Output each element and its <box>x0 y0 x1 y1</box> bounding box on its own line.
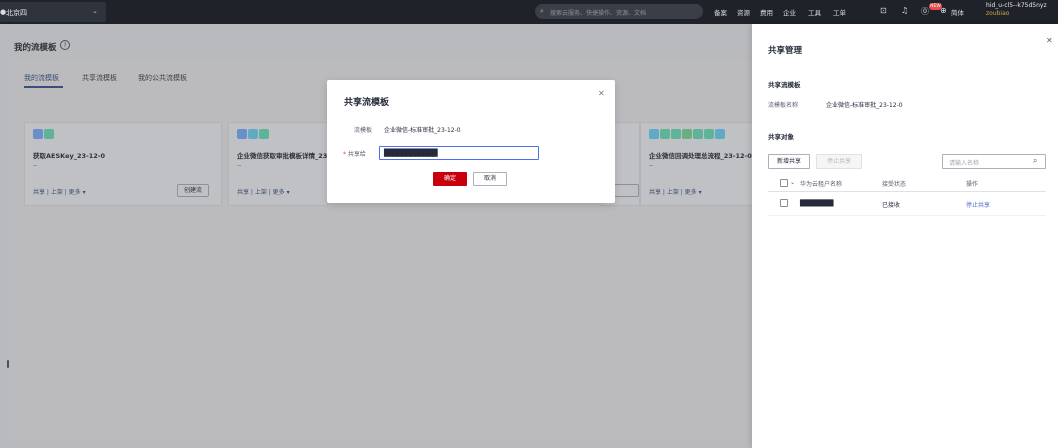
connector-icon <box>660 129 670 139</box>
share-to-input[interactable]: ████████████ <box>379 146 539 160</box>
console-icon[interactable]: ⊡ <box>880 6 887 15</box>
connector-icon <box>649 129 659 139</box>
select-all-checkbox[interactable] <box>780 179 788 187</box>
share-template-dialog: 共享流模板 ✕ 流模板 企业微信-标准审批_23-12-0 * 共享给 ████… <box>327 80 615 203</box>
search-placeholder: 请输入名称 <box>949 160 980 167</box>
connector-icon <box>693 129 703 139</box>
connector-icon <box>44 129 54 139</box>
connector-icon <box>704 129 714 139</box>
row-divider <box>768 215 1046 216</box>
confirm-button[interactable]: 确定 <box>433 172 467 186</box>
connector-icon <box>682 129 692 139</box>
connector-icon <box>715 129 725 139</box>
connector-icons <box>237 129 270 141</box>
global-search-placeholder: 搜索云服务、快捷操作、资源、文档 <box>550 9 647 17</box>
template-value: 企业微信-标准审批_23-12-0 <box>384 127 461 134</box>
share-management-drawer: 共享管理 ✕ 共享流模板 流模板名称 企业微信-标准审批_23-12-0 共享对… <box>752 24 1058 448</box>
connector-icon <box>33 129 43 139</box>
stop-share-link[interactable]: 停止共享 <box>966 200 990 209</box>
question-icon[interactable]: ? <box>60 40 70 50</box>
help-icon[interactable]: ⓪ <box>921 6 929 17</box>
row-checkbox[interactable] <box>780 199 788 207</box>
column-tenant-name: 华为云租户名称 <box>800 181 843 188</box>
connector-icon <box>248 129 258 139</box>
nav-link-tools[interactable]: 工具 <box>808 7 821 17</box>
share-to-value: ████████████ <box>384 149 438 157</box>
card-description: -- <box>33 162 38 169</box>
connector-icon <box>671 129 681 139</box>
tab-shared-templates[interactable]: 共享流模板 <box>82 73 117 83</box>
close-icon[interactable]: ✕ <box>598 89 605 98</box>
accept-status: 已接收 <box>882 202 901 209</box>
search-icon: ⌕ <box>540 7 544 15</box>
card-title: 企业微信回调处理总流程_23-12-0 <box>649 152 752 160</box>
bell-icon[interactable]: ♫ <box>901 6 908 15</box>
global-search-input[interactable]: ⌕ 搜索云服务、快捷操作、资源、文档 <box>535 4 703 19</box>
card-actions[interactable]: 共享 | 上架 | 更多 ▾ <box>33 187 86 196</box>
tenant-search-input[interactable]: 请输入名称 ⌕ <box>942 154 1046 169</box>
template-label: 流模板 <box>354 127 373 134</box>
card-title: 获取AESKey_23-12-0 <box>33 152 105 160</box>
table-header-divider <box>768 191 1046 192</box>
page-title: 我的流模板 <box>14 43 57 53</box>
user-sub-name: zoubiao <box>986 10 1010 17</box>
template-card[interactable]: 获取AESKey_23-12-0 -- 共享 | 上架 | 更多 ▾ 创建流 <box>24 122 222 206</box>
active-tab-indicator <box>24 86 63 88</box>
template-name-value: 企业微信-标准审批_23-12-0 <box>826 102 903 109</box>
tab-my-templates[interactable]: 我的流模板 <box>24 73 59 83</box>
template-name-label: 流模板名称 <box>768 102 799 109</box>
share-to-label: * 共享给 <box>343 149 366 158</box>
card-actions[interactable]: 共享 | 上架 | 更多 ▾ <box>237 187 290 196</box>
create-flow-button[interactable] <box>613 184 639 197</box>
top-navigation-bar: ● 北京四 ⌄ ⌕ 搜索云服务、快捷操作、资源、文档 备案 资源 费用 企业 工… <box>0 0 1058 24</box>
new-share-button[interactable]: 新增共享 <box>768 154 810 169</box>
template-card[interactable]: 企业微信获取审批模板详情_23-1 -- 共享 | 上架 | 更多 ▾ <box>228 122 335 206</box>
close-icon[interactable]: ✕ <box>1046 36 1053 45</box>
card-actions[interactable]: 共享 | 上架 | 更多 ▾ <box>649 187 702 196</box>
region-name: 北京四 <box>6 9 27 17</box>
dialog-title: 共享流模板 <box>344 98 390 108</box>
scroll-handle[interactable] <box>7 360 9 368</box>
tab-public-templates[interactable]: 我的公共流模板 <box>138 73 187 83</box>
nav-link-tickets[interactable]: 工单 <box>833 7 846 17</box>
connector-icons <box>33 129 55 141</box>
chevron-down-icon: ⌄ <box>92 7 98 15</box>
language-switcher[interactable]: 简体 <box>951 7 964 17</box>
nav-link-enterprise[interactable]: 企业 <box>783 7 796 17</box>
user-name: hid_u-cl5--k75d5nyz <box>986 2 1047 9</box>
connector-icons <box>649 129 726 141</box>
card-title: 企业微信获取审批模板详情_23-1 <box>237 152 335 160</box>
region-selector[interactable]: ● 北京四 ⌄ <box>0 2 106 22</box>
nav-link-billing[interactable]: 费用 <box>760 7 773 17</box>
share-to-label-text: 共享给 <box>347 151 366 158</box>
card-description: -- <box>649 162 654 169</box>
create-flow-button[interactable]: 创建流 <box>177 184 210 197</box>
column-accept-status: 接受状态 <box>882 181 907 188</box>
chevron-down-icon[interactable]: ⌄ <box>790 179 795 186</box>
globe-icon[interactable]: ⊕ <box>940 6 947 15</box>
user-menu[interactable]: hid_u-cl5--k75d5nyz zoubiao <box>986 2 1047 18</box>
nav-link-filing[interactable]: 备案 <box>714 7 727 17</box>
tenant-name: █████████ <box>800 200 834 207</box>
nav-link-resources[interactable]: 资源 <box>737 7 750 17</box>
card-description: -- <box>237 162 242 169</box>
drawer-title: 共享管理 <box>768 46 803 56</box>
section-target: 共享对象 <box>768 133 794 141</box>
cancel-button[interactable]: 取消 <box>473 172 507 186</box>
stop-share-button[interactable]: 停止共享 <box>816 154 862 169</box>
template-card[interactable]: 企业微信回调处理总流程_23-12-0 -- 共享 | 上架 | 更多 ▾ <box>640 122 752 206</box>
connector-icon <box>237 129 247 139</box>
connector-icon <box>259 129 269 139</box>
section-template: 共享流模板 <box>768 81 801 89</box>
column-actions: 操作 <box>966 181 979 188</box>
search-icon[interactable]: ⌕ <box>1033 156 1037 166</box>
